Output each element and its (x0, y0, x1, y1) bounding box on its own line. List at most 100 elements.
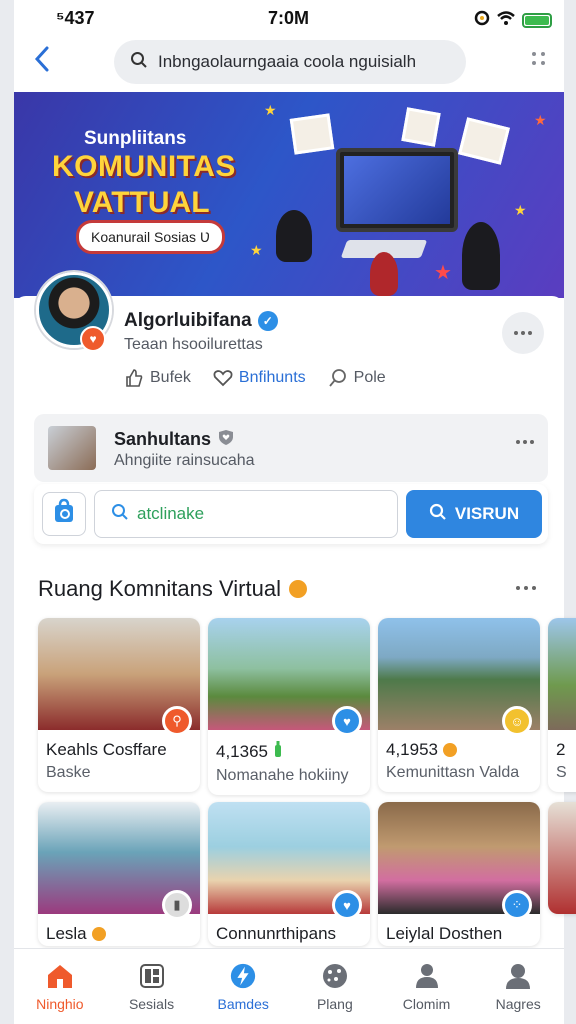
star-icon: ★ (434, 262, 452, 284)
search-bar[interactable]: Inbngaolaurngaaia coola nguisialh (114, 40, 466, 84)
community-card[interactable] (548, 802, 576, 914)
fire-icon (288, 580, 307, 598)
section-more-icon[interactable] (516, 586, 536, 590)
tab-badges[interactable]: Bamdes (197, 949, 289, 1024)
thumb-up-icon (124, 368, 144, 388)
lightning-badge-icon (229, 962, 257, 990)
profile-name: Algorluibifana (124, 310, 252, 331)
tab-socials[interactable]: Sesials (106, 949, 198, 1024)
section-title: Ruang Komnitans Virtual (38, 576, 281, 601)
banner-line-2: KOMUNITAS (52, 150, 236, 183)
photo-frame-illustration (458, 117, 510, 165)
heart-check-icon: ♥ (332, 706, 362, 736)
card-subtitle: Baske (46, 764, 91, 781)
clock: 7:0M (268, 8, 310, 28)
search-text: Inbngaolaurngaaia coola nguisialh (158, 52, 417, 71)
tab-label: Nagres (495, 995, 541, 1012)
group-card[interactable]: Sanhultans Ahngiite rainsucaha (34, 414, 548, 482)
banner-line-1: Sunpliitans (84, 128, 187, 149)
battery-icon (522, 13, 552, 28)
banner-line-3: VATTUAL (74, 186, 210, 219)
star-icon: ★ (250, 242, 263, 258)
banner-pill: Koanurail Sosias Ʋ (76, 220, 226, 254)
photo-frame-illustration (289, 113, 335, 155)
profile-actions: Bufek Bnfihunts Pole (124, 368, 386, 388)
tab-nagres[interactable]: Nagres (472, 949, 564, 1024)
section-title-row: Ruang Komnitans Virtual (38, 576, 307, 602)
community-card[interactable]: ♥ 4,1365 Nomanahe hokiiny (208, 618, 370, 795)
person-icon (413, 962, 441, 990)
card-subtitle: Kemunittasn Valda (386, 764, 520, 781)
computer-illustration (336, 148, 458, 232)
role-action[interactable]: Pole (328, 368, 386, 388)
group-name-row: Sanhultans (114, 428, 235, 451)
group-search-row: atclinake VISRUN (34, 484, 548, 544)
follow-action-label: Bnfihunts (238, 369, 306, 386)
bottle-icon (273, 740, 283, 763)
search-icon (111, 503, 129, 526)
person-illustration (462, 222, 500, 290)
like-action-label: Bufek (150, 369, 191, 386)
group-search-input[interactable]: atclinake (94, 490, 398, 538)
community-card[interactable]: ⁘ Leiylal Dosthen (378, 802, 540, 946)
magnifier-icon (328, 368, 348, 388)
emoji-badge-icon: ☺ (502, 706, 532, 736)
shield-heart-icon (217, 428, 235, 451)
profile-name-row: Algorluibifana ✓ (124, 310, 278, 332)
community-card[interactable]: ☺ 4,1953 Kemunittasn Valda (378, 618, 540, 792)
group-subtitle: Ahngiite rainsucaha (114, 452, 255, 469)
heart-badge-icon: ♥ (80, 326, 106, 352)
tab-clomim[interactable]: Clomim (381, 949, 473, 1024)
group-more-icon[interactable] (516, 440, 534, 444)
card-title: 2 (556, 740, 566, 759)
bottom-tab-bar: Ninghio Sesials Bamdes Plang Clomim Nagr… (14, 948, 564, 1024)
card-image: ⚲ (38, 618, 200, 736)
back-arrow-icon[interactable] (32, 44, 58, 74)
star-icon: ★ (264, 102, 277, 118)
card-image: ▮ (38, 802, 200, 920)
card-image: ⁘ (378, 802, 540, 920)
tab-home[interactable]: Ninghio (14, 949, 106, 1024)
card-image (548, 618, 576, 730)
card-title: Lesla (46, 924, 87, 943)
card-title: 4,1365 (216, 741, 268, 761)
person-illustration (276, 210, 312, 262)
card-image: ☺ (378, 618, 540, 736)
community-card[interactable]: ♥ Connunrthipans (208, 802, 370, 946)
tab-label: Sesials (128, 995, 175, 1012)
grid-menu-icon[interactable] (532, 52, 546, 66)
community-card[interactable]: 2 S (548, 618, 576, 792)
grid-square-icon (138, 962, 166, 990)
tab-plang[interactable]: Plang (289, 949, 381, 1024)
profile-icon (504, 962, 532, 990)
card-subtitle: S (556, 764, 567, 781)
tab-label: Plang (316, 995, 353, 1012)
group-search-value: atclinake (137, 504, 205, 523)
search-submit-button[interactable]: VISRUN (406, 490, 542, 538)
role-action-label: Pole (353, 369, 386, 386)
card-image: ♥ (208, 802, 370, 920)
fire-icon (91, 927, 106, 941)
card-subtitle: Nomanahe hokiiny (216, 767, 349, 784)
person-illustration (370, 252, 398, 296)
search-icon (429, 503, 447, 526)
bag-button[interactable] (42, 492, 86, 536)
star-icon: ★ (534, 112, 547, 128)
top-bar: Inbngaolaurngaaia coola nguisialh (14, 36, 564, 92)
card-title: 4,1953 (386, 740, 438, 759)
search-submit-label: VISRUN (454, 504, 520, 523)
follow-action[interactable]: Bnfihunts (213, 368, 306, 388)
heart-icon (213, 369, 233, 387)
profile-card: ♥ Algorluibifana ✓ Teaan hsooilurettas B… (14, 272, 564, 404)
more-options-button[interactable] (502, 312, 544, 354)
community-card[interactable]: ⚲ Keahls Cosffare Baske (38, 618, 200, 792)
wifi-icon (496, 10, 516, 31)
search-icon (130, 51, 148, 74)
group-name: Sanhultans (114, 429, 212, 449)
like-action[interactable]: Bufek (124, 368, 191, 388)
shopping-bag-icon (52, 498, 76, 530)
location-icon (474, 10, 490, 31)
signal-text: ⁵437 (56, 8, 95, 28)
status-icons (474, 10, 552, 31)
community-card[interactable]: ▮ Lesla (38, 802, 200, 946)
